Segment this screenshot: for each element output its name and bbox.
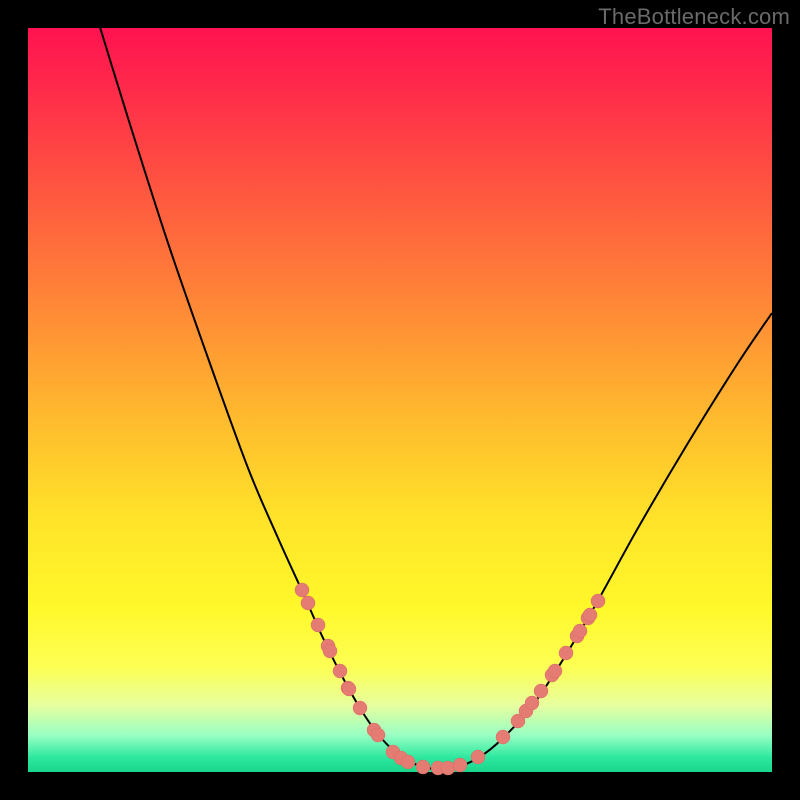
- chart-svg: [28, 28, 772, 772]
- highlight-dot: [333, 664, 347, 678]
- highlight-dot: [301, 596, 315, 610]
- watermark-text: TheBottleneck.com: [598, 4, 790, 30]
- highlight-dot: [453, 758, 467, 772]
- highlight-dot: [371, 728, 385, 742]
- highlight-dot: [401, 755, 415, 769]
- highlight-dot: [353, 701, 367, 715]
- highlight-dot: [583, 608, 597, 622]
- highlight-dot: [591, 594, 605, 608]
- highlight-dot: [534, 684, 548, 698]
- highlight-dot: [416, 760, 430, 774]
- highlight-dot: [496, 730, 510, 744]
- highlight-dot: [525, 696, 539, 710]
- highlight-dot: [311, 618, 325, 632]
- highlight-dot: [471, 750, 485, 764]
- highlight-dot: [573, 624, 587, 638]
- highlight-dot: [295, 583, 309, 597]
- highlight-dot: [323, 644, 337, 658]
- bottleneck-curve: [88, 0, 772, 769]
- highlight-dots-group: [295, 583, 605, 775]
- chart-plot-area: [28, 28, 772, 772]
- highlight-dot: [559, 646, 573, 660]
- highlight-dot: [548, 664, 562, 678]
- highlight-dot: [441, 761, 455, 775]
- highlight-dot: [342, 682, 356, 696]
